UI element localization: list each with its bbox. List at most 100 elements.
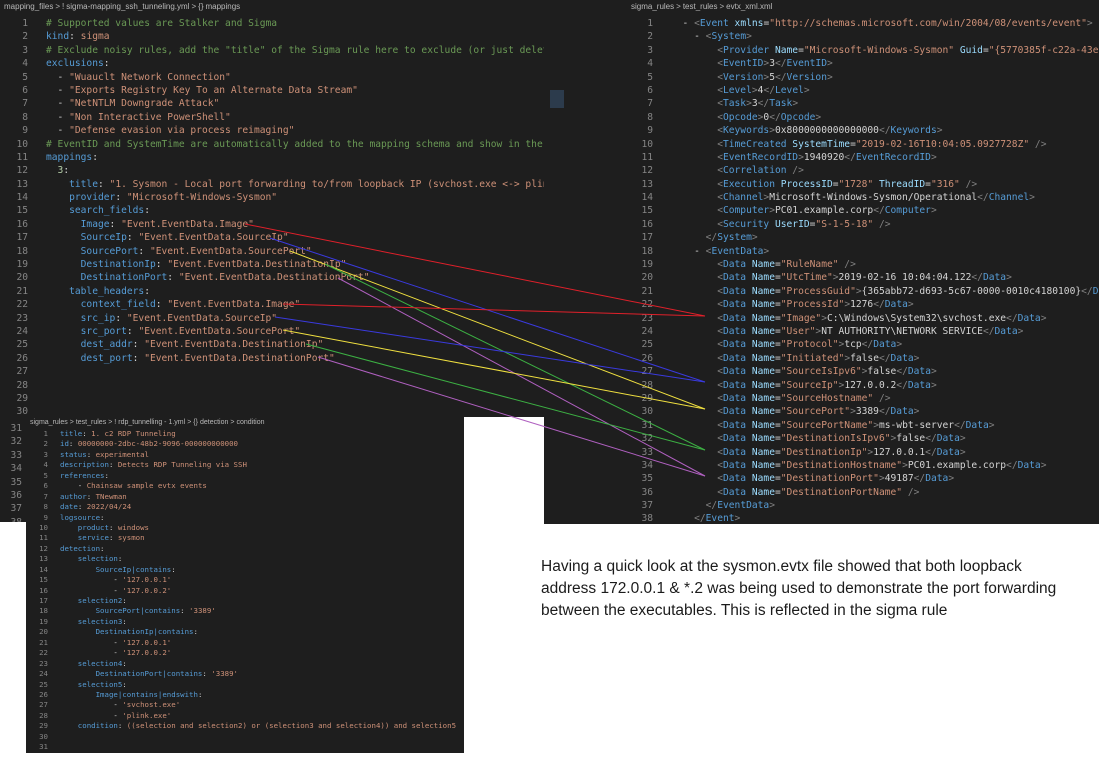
code-line[interactable]: 29 condition: ((selection and selection2… [26,721,464,731]
code-line[interactable]: 3 # Exclude noisy rules, add the "title" … [0,44,544,57]
code-line[interactable]: 10 # EventID and SystemTime are automatic… [0,138,544,151]
code-line[interactable]: 30 <Data Name="SourcePort">3389</Data> [627,405,1099,418]
code-line[interactable]: 14 <Channel>Microsoft-Windows-Sysmon/Ope… [627,191,1099,204]
code-line[interactable]: 17 selection2: [26,596,464,606]
code-line[interactable]: 22 <Data Name="ProcessId">1276</Data> [627,298,1099,311]
code-line[interactable]: 20 DestinationIp|contains: [26,627,464,637]
code-line[interactable]: 16 Image: "Event.EventData.Image" [0,218,544,231]
code-line[interactable]: 25 <Data Name="Protocol">tcp</Data> [627,338,1099,351]
code-line[interactable]: 1 title: 1. c2 RDP Tunneling [26,429,464,439]
code-line[interactable]: 29 [0,392,544,405]
xml-breadcrumb[interactable]: sigma_rules > test_rules > evtx_xml.xml [627,0,1099,14]
code-line[interactable]: 2 id: 00000000-2dbc-48b2-9096-00000000000… [26,439,464,449]
code-line[interactable]: 24 <Data Name="User">NT AUTHORITY\NETWOR… [627,325,1099,338]
code-line[interactable]: 18 SourcePort: "Event.EventData.SourcePo… [0,245,544,258]
code-line[interactable]: 30 [0,405,544,417]
breadcrumb-segment[interactable]: rdp_tunnelling - 1.yml [118,419,185,426]
code-line[interactable]: 23 selection4: [26,659,464,669]
code-line[interactable]: 31 [26,742,464,752]
code-line[interactable]: 20 <Data Name="UtcTime">2019-02-16 10:04… [627,271,1099,284]
code-line[interactable]: 36 <Data Name="DestinationPortName" /> [627,486,1099,499]
code-line[interactable]: 1 - <Event xmlns="http://schemas.microso… [627,17,1099,30]
code-line[interactable]: 16 <Security UserID="S-1-5-18" /> [627,218,1099,231]
code-line[interactable]: 21 table_headers: [0,285,544,298]
code-line[interactable]: 19 DestinationIp: "Event.EventData.Desti… [0,258,544,271]
sigma-rule-editor-pane[interactable]: sigma_rules > test_rules >! rdp_tunnelling -… [26,417,464,753]
code-line[interactable]: 33 <Data Name="DestinationIp">127.0.0.1<… [627,446,1099,459]
breadcrumb-segment[interactable]: sigma_rules [30,419,68,426]
mapping-breadcrumb[interactable]: mapping_files >! sigma-mapping_ssh_tunneli… [0,0,544,14]
code-line[interactable]: 19 <Data Name="RuleName" /> [627,258,1099,271]
code-line[interactable]: 25 selection5: [26,680,464,690]
breadcrumb-segment[interactable]: sigma_rules [631,2,674,11]
code-line[interactable]: 37 </EventData> [627,499,1099,512]
code-line[interactable]: 22 - '127.0.0.2' [26,648,464,658]
code-line[interactable]: 5 - "Wuauclt Network Connection" [0,71,544,84]
code-line[interactable]: 31 <Data Name="SourcePortName">ms-wbt-se… [627,419,1099,432]
code-line[interactable]: 17 SourceIp: "Event.EventData.SourceIp" [0,231,544,244]
code-line[interactable]: 2 kind: sigma [0,30,544,43]
code-line[interactable]: 23 src_ip: "Event.EventData.SourceIp" [0,312,544,325]
code-line[interactable]: 34 <Data Name="DestinationHostname">PC01… [627,459,1099,472]
code-line[interactable]: 24 DestinationPort|contains: '3389' [26,669,464,679]
code-line[interactable]: 27 - 'svchost.exe' [26,700,464,710]
code-line[interactable]: 32 <Data Name="DestinationIsIpv6">false<… [627,432,1099,445]
code-line[interactable]: 7 <Task>3</Task> [627,97,1099,110]
code-line[interactable]: 10 product: windows [26,523,464,533]
code-line[interactable]: 14 provider: "Microsoft-Windows-Sysmon" [0,191,544,204]
code-line[interactable]: 22 context_field: "Event.EventData.Image… [0,298,544,311]
code-line[interactable]: 8 - "Non Interactive PowerShell" [0,111,544,124]
code-line[interactable]: 15 - '127.0.0.1' [26,575,464,585]
code-line[interactable]: 13 title: "1. Sysmon - Local port forwar… [0,178,544,191]
breadcrumb-segment[interactable]: ! [62,2,64,11]
breadcrumb-segment[interactable]: mappings [205,2,240,11]
code-line[interactable]: 6 - Chainsaw sample evtx events [26,481,464,491]
code-line[interactable]: 4 exclusions: [0,57,544,70]
code-line[interactable]: 5 <Version>5</Version> [627,71,1099,84]
code-line[interactable]: 21 <Data Name="ProcessGuid">{365abb72-d6… [627,285,1099,298]
breadcrumb-segment[interactable]: detection [200,419,228,426]
code-line[interactable]: 25 dest_addr: "Event.EventData.Destinati… [0,338,544,351]
code-line[interactable]: 15 <Computer>PC01.example.corp</Computer… [627,204,1099,217]
code-line[interactable]: 12 detection: [26,544,464,554]
code-line[interactable]: 13 selection: [26,554,464,564]
code-line[interactable]: 14 SourceIp|contains: [26,565,464,575]
code-line[interactable]: 28 - 'plink.exe' [26,711,464,721]
code-line[interactable]: 6 - "Exports Registry Key To an Alternat… [0,84,544,97]
code-line[interactable]: 11 <EventRecordID>1940920</EventRecordID… [627,151,1099,164]
breadcrumb-segment[interactable]: {} [193,419,198,426]
code-line[interactable]: 28 <Data Name="SourceIp">127.0.0.2</Data… [627,379,1099,392]
code-line[interactable]: 7 - "NetNTLM Downgrade Attack" [0,97,544,110]
code-line[interactable]: 9 logsource: [26,513,464,523]
code-line[interactable]: 26 Image|contains|endswith: [26,690,464,700]
code-line[interactable]: 27 [0,365,544,378]
code-line[interactable]: 7 author: TNewman [26,492,464,502]
breadcrumb-segment[interactable]: {} [198,2,203,11]
code-line[interactable]: 4 description: Detects RDP Tunneling via … [26,460,464,470]
code-line[interactable]: 9 <Keywords>0x8000000000000000</Keywords… [627,124,1099,137]
code-line[interactable]: 3 status: experimental [26,450,464,460]
mapping-editor-pane[interactable]: mapping_files >! sigma-mapping_ssh_tunneli… [0,0,544,417]
code-line[interactable]: 30 [26,732,464,742]
code-line[interactable]: 11 service: sysmon [26,533,464,543]
code-line[interactable]: 27 <Data Name="SourceIsIpv6">false</Data… [627,365,1099,378]
code-line[interactable]: 12 3: [0,164,544,177]
code-line[interactable]: 10 <TimeCreated SystemTime="2019-02-16T1… [627,138,1099,151]
code-line[interactable]: 9 - "Defense evasion via process reimagi… [0,124,544,137]
code-line[interactable]: 20 DestinationPort: "Event.EventData.Des… [0,271,544,284]
code-line[interactable]: 15 search_fields: [0,204,544,217]
code-line[interactable]: 17 </System> [627,231,1099,244]
code-line[interactable]: 26 dest_port: "Event.EventData.Destinati… [0,352,544,365]
code-line[interactable]: 2 - <System> [627,30,1099,43]
code-line[interactable]: 18 SourcePort|contains: '3389' [26,606,464,616]
code-line[interactable]: 1 # Supported values are Stalker and Sigm… [0,17,544,30]
code-line[interactable]: 3 <Provider Name="Microsoft-Windows-Sysm… [627,44,1099,57]
code-line[interactable]: 4 <EventID>3</EventID> [627,57,1099,70]
code-line[interactable]: 11 mappings: [0,151,544,164]
breadcrumb-segment[interactable]: mapping_files [4,2,53,11]
code-line[interactable]: 29 <Data Name="SourceHostname" /> [627,392,1099,405]
code-line[interactable]: 18 - <EventData> [627,245,1099,258]
rule-breadcrumb[interactable]: sigma_rules > test_rules >! rdp_tunnelling -… [26,417,464,429]
code-line[interactable]: 13 <Execution ProcessID="1728" ThreadID=… [627,178,1099,191]
code-line[interactable]: 28 [0,379,544,392]
